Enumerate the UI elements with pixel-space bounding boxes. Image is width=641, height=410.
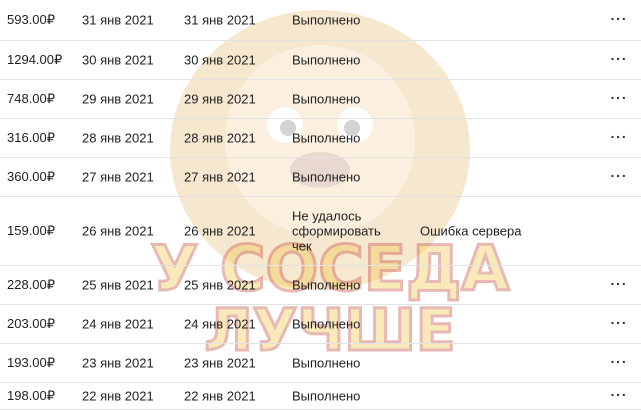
table-row: 228.00₽ 25 янв 2021 25 янв 2021 Выполнено ··… <box>0 266 641 305</box>
receipts-table: 593.00₽ 31 янв 2021 31 янв 2021 Выполнено ··… <box>0 0 641 410</box>
date-done-cell: 24 янв 2021 <box>184 316 256 332</box>
amount-cell: 198.00₽ <box>7 388 56 403</box>
date-done-cell: 25 янв 2021 <box>184 277 256 293</box>
date-created-cell: 25 янв 2021 <box>82 277 154 293</box>
date-created-cell: 29 янв 2021 <box>82 91 154 107</box>
amount-cell: 748.00₽ <box>7 91 56 106</box>
date-created-cell: 26 янв 2021 <box>82 223 154 239</box>
date-done-cell: 31 янв 2021 <box>184 12 256 28</box>
more-options-icon[interactable]: ··· <box>609 90 629 106</box>
amount-cell: 228.00₽ <box>7 277 56 292</box>
date-done-cell: 23 янв 2021 <box>184 355 256 371</box>
more-options-icon[interactable]: ··· <box>609 276 629 292</box>
status-cell: Выполнено <box>292 277 361 293</box>
date-done-cell: 28 янв 2021 <box>184 130 256 146</box>
table-row: 198.00₽ 22 янв 2021 22 янв 2021 Выполнено ··… <box>0 383 641 410</box>
date-created-cell: 27 янв 2021 <box>82 169 154 185</box>
date-created-cell: 28 янв 2021 <box>82 130 154 146</box>
status-cell: Не удалось сформировать чек <box>292 208 381 254</box>
table-row: 1294.00₽ 30 янв 2021 30 янв 2021 Выполнено ·… <box>0 41 641 80</box>
date-created-cell: 22 янв 2021 <box>82 388 154 404</box>
more-options-icon[interactable]: ··· <box>609 387 629 403</box>
table-row: 316.00₽ 28 янв 2021 28 янв 2021 Выполнено ··… <box>0 119 641 158</box>
more-options-icon[interactable]: ··· <box>609 354 629 370</box>
more-options-icon[interactable]: ··· <box>609 11 629 27</box>
status-cell: Выполнено <box>292 130 361 146</box>
table-row: 593.00₽ 31 янв 2021 31 янв 2021 Выполнено ··… <box>0 0 641 41</box>
status-cell: Выполнено <box>292 169 361 185</box>
date-created-cell: 30 янв 2021 <box>82 52 154 68</box>
status-cell: Выполнено <box>292 388 361 404</box>
date-done-cell: 27 янв 2021 <box>184 169 256 185</box>
amount-cell: 203.00₽ <box>7 316 56 331</box>
date-done-cell: 30 янв 2021 <box>184 52 256 68</box>
table-row: 360.00₽ 27 янв 2021 27 янв 2021 Выполнено ··… <box>0 158 641 197</box>
status-cell: Выполнено <box>292 355 361 371</box>
date-done-cell: 26 янв 2021 <box>184 223 256 239</box>
date-created-cell: 31 янв 2021 <box>82 12 154 28</box>
date-created-cell: 24 янв 2021 <box>82 316 154 332</box>
error-cell: Ошибка сервера <box>420 223 522 239</box>
status-cell: Выполнено <box>292 12 361 28</box>
table-row: 193.00₽ 23 янв 2021 23 янв 2021 Выполнено ··… <box>0 344 641 383</box>
amount-cell: 1294.00₽ <box>7 52 63 67</box>
table-row: 748.00₽ 29 янв 2021 29 янв 2021 Выполнено ··… <box>0 80 641 119</box>
more-options-icon[interactable]: ··· <box>609 129 629 145</box>
date-created-cell: 23 янв 2021 <box>82 355 154 371</box>
more-options-icon[interactable]: ··· <box>609 168 629 184</box>
date-done-cell: 29 янв 2021 <box>184 91 256 107</box>
amount-cell: 316.00₽ <box>7 130 56 145</box>
more-options-icon[interactable]: ··· <box>609 51 629 67</box>
table-row: 203.00₽ 24 янв 2021 24 янв 2021 Выполнено ··… <box>0 305 641 344</box>
status-cell: Выполнено <box>292 52 361 68</box>
amount-cell: 193.00₽ <box>7 355 56 370</box>
status-cell: Выполнено <box>292 316 361 332</box>
table-row: 159.00₽ 26 янв 2021 26 янв 2021 Не удалось … <box>0 197 641 266</box>
status-cell: Выполнено <box>292 91 361 107</box>
amount-cell: 360.00₽ <box>7 169 56 184</box>
amount-cell: 593.00₽ <box>7 12 56 27</box>
amount-cell: 159.00₽ <box>7 223 56 238</box>
more-options-icon[interactable]: ··· <box>609 315 629 331</box>
date-done-cell: 22 янв 2021 <box>184 388 256 404</box>
